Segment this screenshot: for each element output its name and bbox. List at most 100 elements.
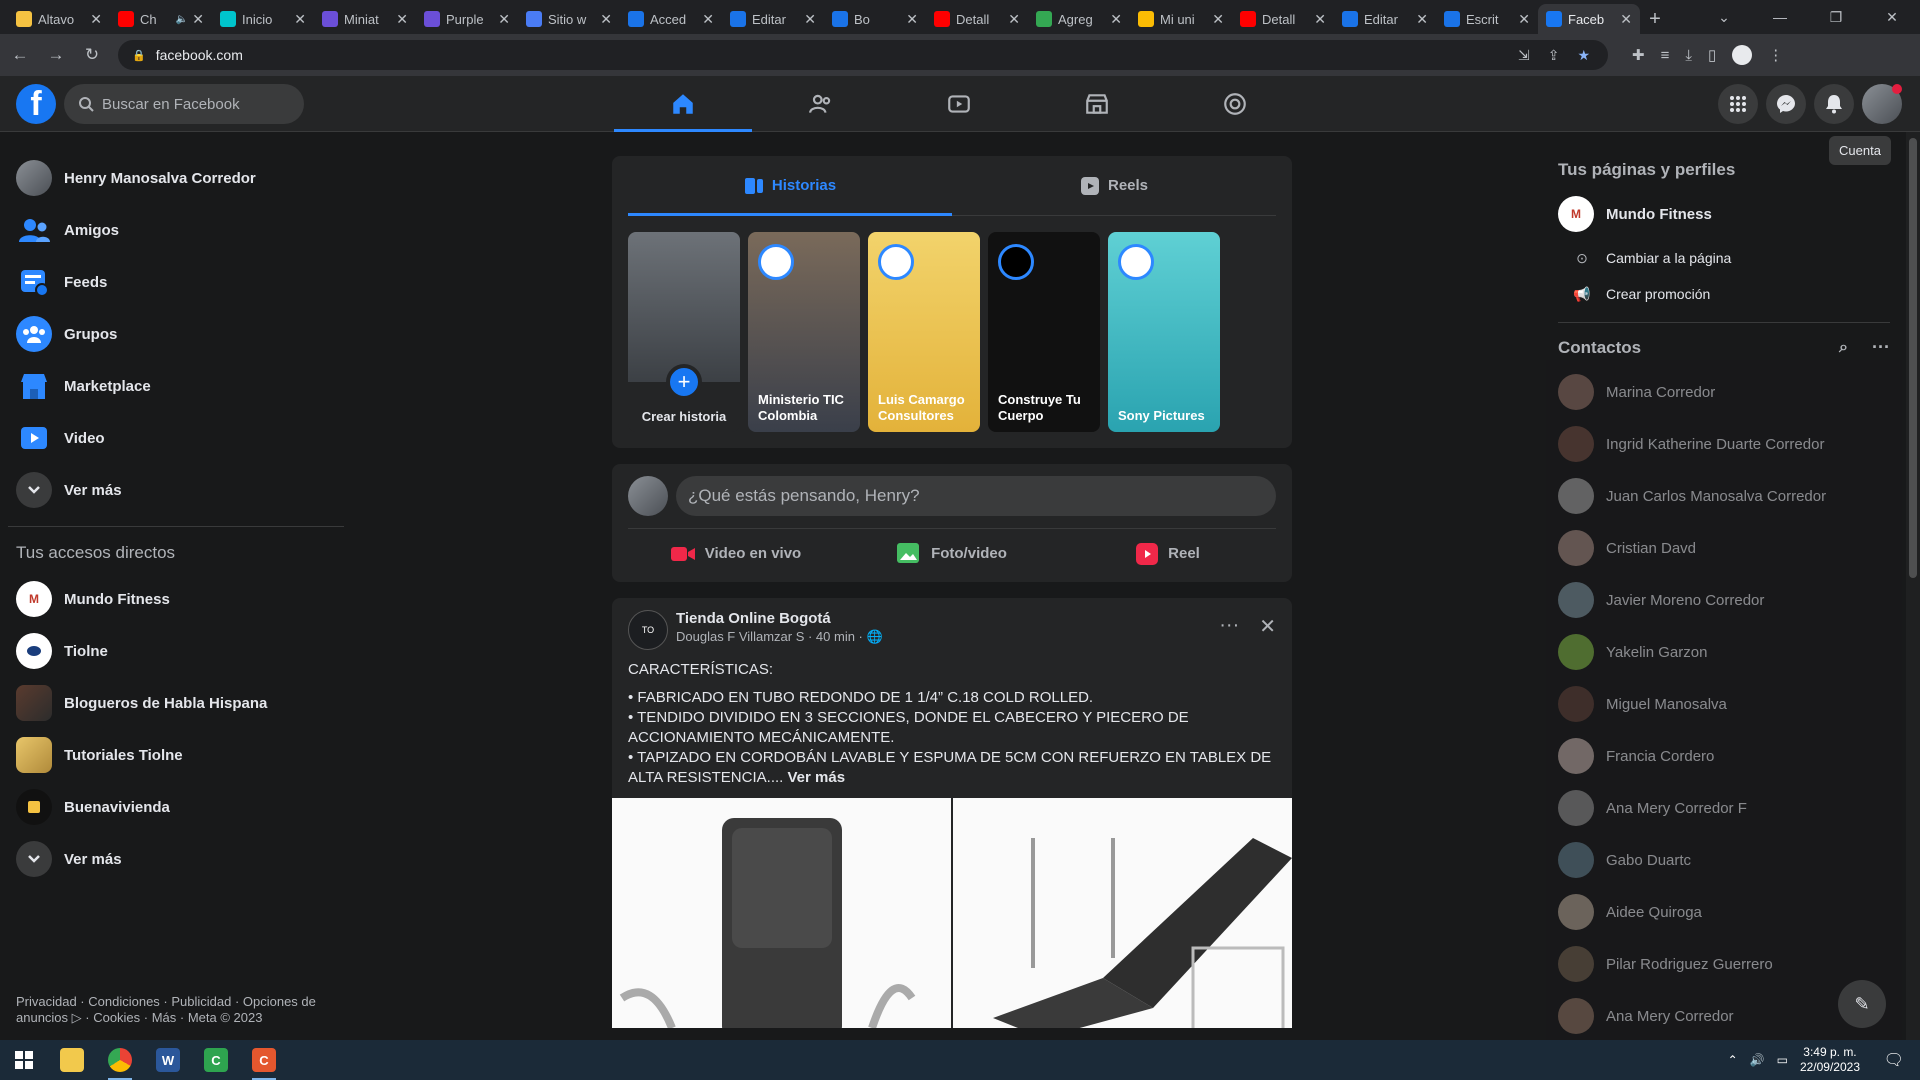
close-tab-icon[interactable]: ✕	[1212, 11, 1224, 28]
shortcut-blogueros[interactable]: Blogueros de Habla Hispana	[8, 677, 348, 729]
browser-tab[interactable]: Agreg ✕	[1028, 4, 1130, 34]
close-tab-icon[interactable]: ✕	[1620, 11, 1632, 28]
minimize-button[interactable]: —	[1752, 0, 1808, 34]
browser-tab[interactable]: Detall ✕	[1232, 4, 1334, 34]
new-tab-button[interactable]: +	[1640, 4, 1670, 34]
browser-tab[interactable]: Ch 🔈 ✕	[110, 4, 212, 34]
download-icon[interactable]: ⤓	[1685, 47, 1692, 64]
post-image-table[interactable]	[953, 798, 1292, 1028]
reel-button[interactable]: Reel	[1060, 529, 1276, 578]
notifications-button[interactable]	[1814, 84, 1854, 124]
sidepanel-icon[interactable]: ▯	[1708, 46, 1716, 64]
reload-button[interactable]: ↻	[76, 39, 108, 71]
close-tab-icon[interactable]: ✕	[804, 11, 816, 28]
forward-button[interactable]: →	[40, 39, 72, 71]
close-tab-icon[interactable]: ✕	[1110, 11, 1122, 28]
add-story-icon[interactable]: +	[666, 364, 702, 400]
lock-icon[interactable]: 🔒	[132, 49, 146, 62]
tab-gaming[interactable]	[1166, 76, 1304, 132]
close-tab-icon[interactable]: ✕	[702, 11, 714, 28]
contact-item[interactable]: Javier Moreno Corredor	[1546, 574, 1902, 626]
menu-grid-button[interactable]	[1718, 84, 1758, 124]
story-card[interactable]: Sony Pictures	[1108, 232, 1220, 432]
shortcut-tutoriales-tiolne[interactable]: Tutoriales Tiolne	[8, 729, 348, 781]
tab-stories[interactable]: Historias	[628, 156, 952, 216]
close-tab-icon[interactable]: ✕	[90, 11, 102, 28]
file-explorer-button[interactable]	[48, 1040, 96, 1080]
install-icon[interactable]: ⇲	[1518, 47, 1530, 64]
hide-post-button[interactable]: ✕	[1259, 614, 1276, 639]
browser-tab[interactable]: Editar ✕	[1334, 4, 1436, 34]
restore-button[interactable]: ❐	[1808, 0, 1864, 34]
new-message-button[interactable]: ✎	[1838, 980, 1886, 1028]
create-promotion-button[interactable]: 📢 Crear promoción	[1546, 276, 1902, 312]
tab-audio-icon[interactable]: 🔈	[176, 14, 188, 25]
close-tab-icon[interactable]: ✕	[1416, 11, 1428, 28]
chrome-button[interactable]	[96, 1040, 144, 1080]
page-avatar[interactable]: TO	[628, 610, 668, 650]
contact-item[interactable]: Juan Carlos Manosalva Corredor	[1546, 470, 1902, 522]
close-tab-icon[interactable]: ✕	[906, 11, 918, 28]
browser-tab[interactable]: Escrit ✕	[1436, 4, 1538, 34]
story-card[interactable]: Construye Tu Cuerpo	[988, 232, 1100, 432]
see-more-link[interactable]: Ver más	[788, 769, 846, 786]
share-icon[interactable]: ⇪	[1548, 47, 1560, 64]
back-button[interactable]: ←	[4, 39, 36, 71]
sidebar-item-see-more[interactable]: Ver más	[8, 464, 348, 516]
search-contacts-icon[interactable]: ⌕	[1839, 339, 1848, 357]
sidebar-item-profile[interactable]: Henry Manosalva Corredor	[8, 152, 348, 204]
contact-item[interactable]: Francia Cordero	[1546, 730, 1902, 782]
browser-tab[interactable]: Editar ✕	[722, 4, 824, 34]
extensions-icon[interactable]: ✚	[1632, 46, 1645, 64]
shortcut-tiolne[interactable]: Tiolne	[8, 625, 348, 677]
live-video-button[interactable]: Video en vivo	[628, 529, 844, 578]
messenger-button[interactable]	[1766, 84, 1806, 124]
page-scrollbar[interactable]	[1906, 132, 1920, 1040]
shortcuts-see-more[interactable]: Ver más	[8, 833, 348, 885]
search-input[interactable]	[102, 95, 282, 113]
camtasia-button[interactable]: C	[192, 1040, 240, 1080]
close-window-button[interactable]: ✕	[1864, 0, 1920, 34]
browser-tab[interactable]: Mi uni ✕	[1130, 4, 1232, 34]
switch-to-page-button[interactable]: ⊙ Cambiar a la página	[1546, 240, 1902, 276]
close-tab-icon[interactable]: ✕	[396, 11, 408, 28]
notification-center-icon[interactable]: 🗨	[1884, 1050, 1904, 1070]
post-image-chair[interactable]	[612, 798, 951, 1028]
story-card[interactable]: Luis Camargo Consultores	[868, 232, 980, 432]
composer-input[interactable]: ¿Qué estás pensando, Henry?	[676, 476, 1276, 516]
account-avatar-button[interactable]	[1862, 84, 1902, 124]
start-button[interactable]	[0, 1040, 48, 1080]
tab-reels[interactable]: Reels	[952, 156, 1276, 215]
tab-search-icon[interactable]: ⌄	[1696, 0, 1752, 34]
page-mundo-fitness[interactable]: M Mundo Fitness	[1546, 188, 1902, 240]
tab-watch[interactable]	[890, 76, 1028, 132]
close-tab-icon[interactable]: ✕	[192, 11, 204, 28]
close-tab-icon[interactable]: ✕	[294, 11, 306, 28]
shortcut-mundo-fitness[interactable]: M Mundo Fitness	[8, 573, 348, 625]
footer-links[interactable]: Privacidad · Condiciones · Publicidad · …	[16, 994, 326, 1026]
word-button[interactable]: W	[144, 1040, 192, 1080]
url-text[interactable]: facebook.com	[156, 47, 243, 63]
close-tab-icon[interactable]: ✕	[1518, 11, 1530, 28]
browser-tab[interactable]: Bo ✕	[824, 4, 926, 34]
sidebar-item-friends[interactable]: Amigos	[8, 204, 348, 256]
browser-tab[interactable]: Inicio ✕	[212, 4, 314, 34]
facebook-logo-icon[interactable]: f	[16, 84, 56, 124]
media-icon[interactable]: ≡	[1661, 47, 1670, 64]
omnibox[interactable]: 🔒 facebook.com ⇲ ⇪ ★	[118, 40, 1608, 70]
browser-tab[interactable]: Acced ✕	[620, 4, 722, 34]
recorder-button[interactable]: C	[240, 1040, 288, 1080]
speaker-icon[interactable]: 🔊	[1750, 1053, 1765, 1067]
tab-marketplace[interactable]	[1028, 76, 1166, 132]
clock[interactable]: 3:49 p. m. 22/09/2023	[1800, 1045, 1860, 1075]
browser-tab[interactable]: Faceb ✕	[1538, 4, 1640, 34]
tab-friends[interactable]	[752, 76, 890, 132]
photo-video-button[interactable]: Foto/video	[844, 529, 1060, 578]
post-options-button[interactable]: ···	[1219, 614, 1239, 639]
tray-chevron-icon[interactable]: ⌃	[1728, 1053, 1738, 1067]
sidebar-item-marketplace[interactable]: Marketplace	[8, 360, 348, 412]
scrollbar-thumb[interactable]	[1909, 138, 1917, 578]
close-tab-icon[interactable]: ✕	[600, 11, 612, 28]
contact-item[interactable]: Ana Mery Corredor F	[1546, 782, 1902, 834]
contact-item[interactable]: Cristian Davd	[1546, 522, 1902, 574]
